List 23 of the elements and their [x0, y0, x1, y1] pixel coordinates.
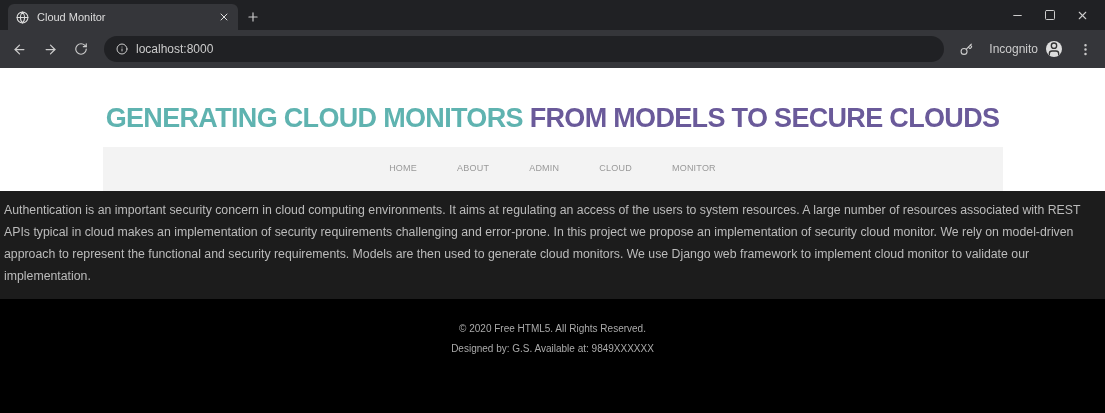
nav-link[interactable]: ADMIN	[529, 161, 560, 176]
reload-icon[interactable]	[74, 42, 88, 56]
close-icon[interactable]	[1076, 9, 1089, 22]
profile-button[interactable]: Incognito	[989, 40, 1062, 58]
about-text: Authentication is an important security concern in cloud computing environments. It aims at regulating an access of the users to system resources. A large number of resources associated with REST APIs typical in cloud makes an implementation of security requirements challenging and error-prone. In this project we propose an implementation of security cloud monitor. We rely on model-driven approach to represent the functional and security requirements. Models are then used to generate cloud monitors. We use Django web framework to implement cloud monitor to validate our implementation.	[4, 201, 1082, 285]
nav-link[interactable]: CLOUD	[599, 161, 632, 176]
profile-avatar-icon	[1046, 41, 1062, 57]
back-icon[interactable]	[12, 41, 27, 57]
forward-icon[interactable]	[43, 41, 58, 57]
new-tab-icon[interactable]	[246, 10, 260, 24]
globe-icon	[16, 10, 29, 24]
nav-link[interactable]: MONITOR	[671, 161, 716, 176]
nav-link[interactable]: ABOUT	[457, 161, 490, 176]
close-tab-icon[interactable]	[218, 11, 230, 23]
footer-text: Designed by: G.S. Available at: 9849XXXXXX	[451, 341, 654, 356]
key-icon[interactable]	[960, 42, 974, 56]
browser-tab[interactable]: Cloud Monitor	[8, 4, 238, 30]
address-bar[interactable]: localhost:8000	[104, 36, 945, 62]
page-heading: GENERATING CLOUD MONITORS FROM MODELS TO SECURE CLOUDS	[105, 102, 1000, 135]
footer-text: © 2020 Free HTML5. All Rights Reserved.	[459, 321, 646, 336]
maximize-icon[interactable]	[1044, 9, 1056, 21]
nav-link[interactable]: HOME	[389, 161, 418, 176]
info-icon	[116, 43, 128, 55]
